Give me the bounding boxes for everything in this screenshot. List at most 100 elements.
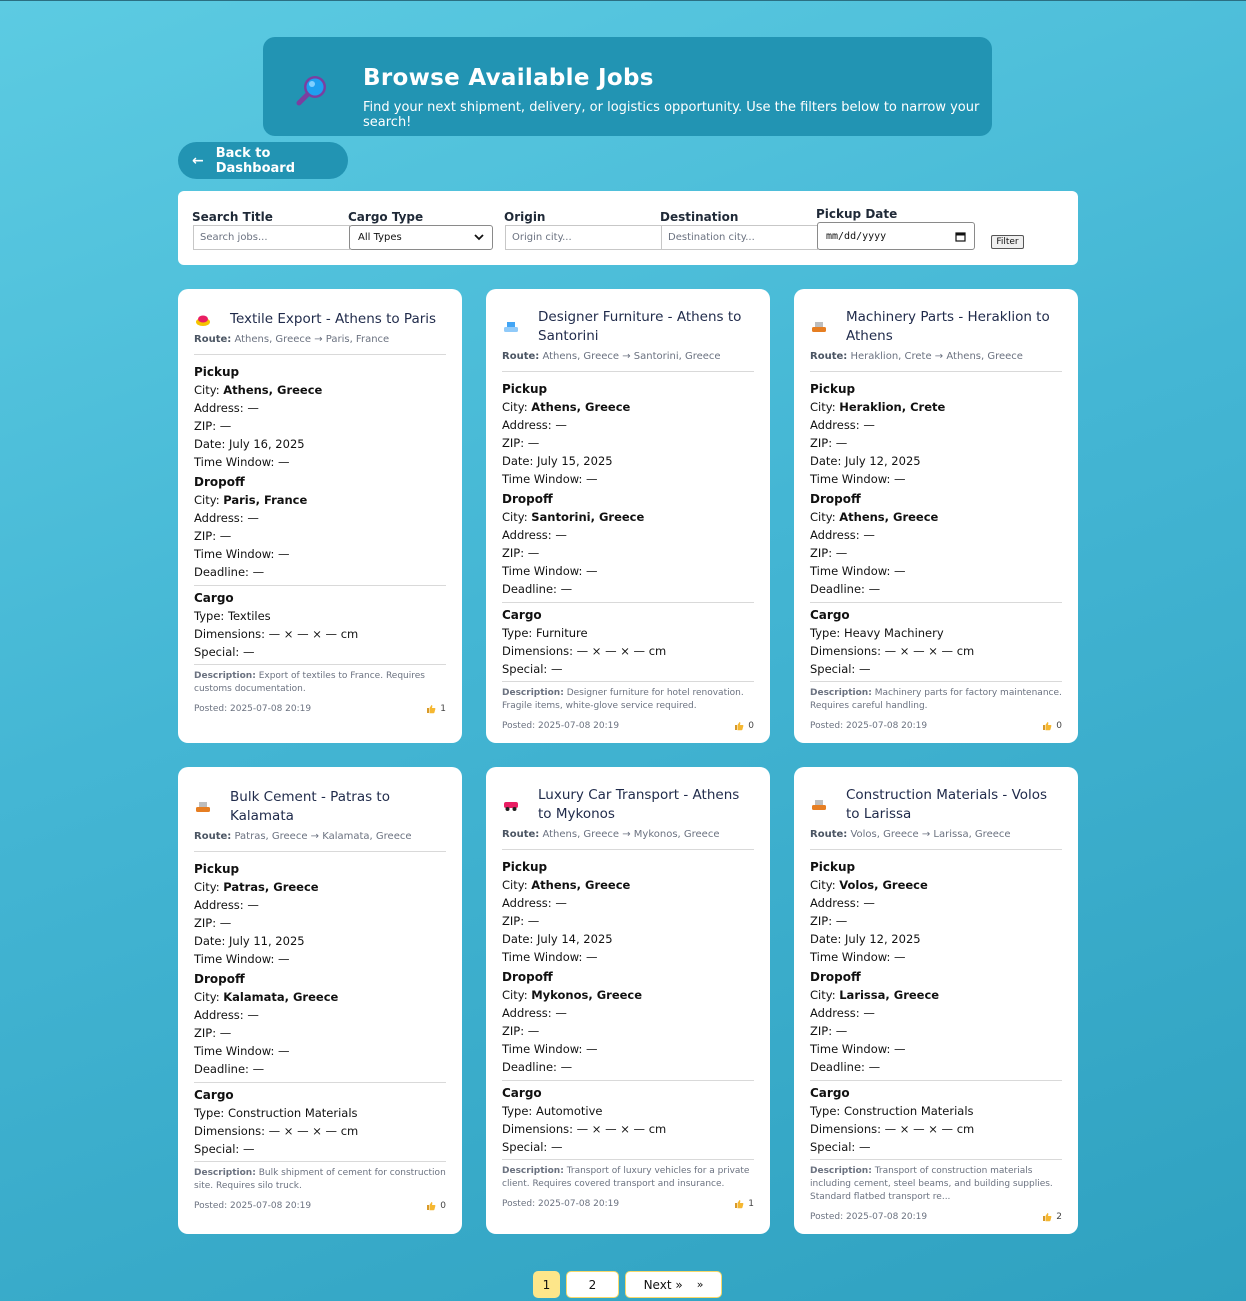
dropoff-deadline: Deadline: —	[194, 1062, 265, 1076]
like-button[interactable]: 0	[1042, 721, 1062, 731]
cargo-dimensions: Dimensions: — × — × — cm	[194, 1124, 359, 1138]
job-route: Route: Athens, Greece → Mykonos, Greece	[502, 829, 720, 840]
pickup-address: Address: —	[810, 418, 875, 432]
destination-input[interactable]: Destination city...	[661, 225, 818, 250]
search-title-input[interactable]: Search jobs...	[193, 225, 350, 250]
job-description: Description: Transport of construction m…	[810, 1166, 1053, 1202]
job-title[interactable]: Luxury Car Transport - Athens to Mykonos	[538, 786, 754, 824]
cargo-type-select[interactable]: All Types	[349, 225, 493, 250]
job-description: Description: Machinery parts for factory…	[810, 688, 1062, 711]
thumbs-up-icon	[1043, 722, 1052, 731]
thumbs-up-icon	[427, 705, 436, 714]
job-title[interactable]: Textile Export - Athens to Paris	[230, 310, 436, 329]
dropoff-address: Address: —	[502, 1006, 567, 1020]
like-button[interactable]: 1	[734, 1199, 754, 1209]
divider	[810, 849, 1062, 850]
job-card[interactable]: Designer Furniture - Athens to Santorini…	[486, 289, 770, 743]
cargo-type: Type: Automotive	[502, 1104, 603, 1118]
job-card-header: Bulk Cement - Patras to Kalamata	[194, 788, 446, 826]
job-title[interactable]: Designer Furniture - Athens to Santorini	[538, 308, 754, 346]
like-button[interactable]: 2	[1042, 1212, 1062, 1222]
job-title[interactable]: Construction Materials - Volos to Lariss…	[846, 786, 1062, 824]
dropoff-city: City: Kalamata, Greece	[194, 990, 339, 1004]
job-card[interactable]: Textile Export - Athens to Paris Route: …	[178, 289, 462, 743]
dropoff-city: City: Santorini, Greece	[502, 510, 645, 524]
job-route: Route: Patras, Greece → Kalamata, Greece	[194, 831, 412, 842]
top-border	[0, 0, 1246, 1]
pickup-time-window: Time Window: —	[194, 952, 290, 966]
pickup-zip: ZIP: —	[502, 914, 540, 928]
back-to-dashboard-button[interactable]: ← Back to Dashboard	[178, 142, 348, 179]
job-description: Description: Transport of luxury vehicle…	[502, 1166, 750, 1189]
dropoff-heading: Dropoff	[502, 970, 553, 984]
divider	[810, 1159, 1062, 1160]
job-description: Description: Designer furniture for hote…	[502, 688, 744, 711]
cargo-type-value: All Types	[358, 232, 402, 243]
pickup-date: Date: July 11, 2025	[194, 934, 305, 948]
posted-date: Posted: 2025-07-08 20:19	[502, 721, 620, 731]
job-route: Route: Heraklion, Crete → Athens, Greece	[810, 351, 1023, 362]
dropoff-heading: Dropoff	[194, 972, 245, 986]
pickup-date: Date: July 12, 2025	[810, 932, 921, 946]
divider	[194, 354, 446, 355]
dropoff-time-window: Time Window: —	[810, 1042, 906, 1056]
posted-date: Posted: 2025-07-08 20:19	[194, 704, 312, 714]
thumbs-up-icon	[427, 1202, 436, 1211]
pickup-heading: Pickup	[810, 860, 856, 874]
destination-label: Destination	[660, 210, 739, 224]
dropoff-deadline: Deadline: —	[810, 582, 881, 596]
pickup-date-input[interactable]: mm/dd/yyyy	[817, 222, 975, 250]
page-title: Browse Available Jobs	[363, 65, 654, 91]
job-card[interactable]: Luxury Car Transport - Athens to Mykonos…	[486, 767, 770, 1234]
dropoff-zip: ZIP: —	[502, 546, 540, 560]
page-header: Browse Available Jobs Find your next shi…	[263, 37, 992, 136]
like-button[interactable]: 0	[426, 1201, 446, 1211]
pickup-address: Address: —	[502, 896, 567, 910]
page-subtitle: Find your next shipment, delivery, or lo…	[363, 100, 980, 130]
job-card[interactable]: Construction Materials - Volos to Lariss…	[794, 767, 1078, 1234]
cargo-dimensions: Dimensions: — × — × — cm	[194, 627, 359, 641]
pickup-address: Address: —	[810, 896, 875, 910]
filter-button[interactable]: Filter	[991, 235, 1024, 249]
pickup-city: City: Athens, Greece	[502, 878, 631, 892]
chevron-down-icon	[474, 234, 484, 241]
divider	[194, 851, 446, 852]
posted-date: Posted: 2025-07-08 20:19	[810, 1212, 928, 1222]
cargo-heading: Cargo	[502, 608, 542, 622]
next-page-button[interactable]: Next » »	[625, 1271, 722, 1298]
dropoff-heading: Dropoff	[810, 970, 861, 984]
like-button[interactable]: 0	[734, 721, 754, 731]
posted-date: Posted: 2025-07-08 20:19	[810, 721, 928, 731]
like-button[interactable]: 1	[426, 704, 446, 714]
cargo-special: Special: —	[810, 1140, 871, 1154]
dropoff-time-window: Time Window: —	[502, 1042, 598, 1056]
like-count: 1	[748, 1199, 754, 1209]
pickup-heading: Pickup	[502, 382, 548, 396]
pickup-date-placeholder: mm/dd/yyyy	[826, 230, 887, 242]
job-footer: Posted: 2025-07-08 20:19 1	[194, 704, 446, 714]
dropoff-deadline: Deadline: —	[194, 565, 265, 579]
pickup-time-window: Time Window: —	[194, 455, 290, 469]
furniture-icon	[502, 318, 520, 336]
search-title-label: Search Title	[192, 210, 273, 224]
dropoff-time-window: Time Window: —	[502, 564, 598, 578]
page-2-button[interactable]: 2	[566, 1271, 619, 1298]
cargo-type: Type: Textiles	[194, 609, 271, 623]
origin-input[interactable]: Origin city...	[505, 225, 662, 250]
pickup-date: Date: July 14, 2025	[502, 932, 613, 946]
cargo-heading: Cargo	[502, 1086, 542, 1100]
divider	[502, 602, 754, 603]
job-card[interactable]: Machinery Parts - Heraklion to Athens Ro…	[794, 289, 1078, 743]
page-1-button[interactable]: 1	[533, 1271, 560, 1298]
pickup-city: City: Heraklion, Crete	[810, 400, 946, 414]
cargo-heading: Cargo	[194, 1088, 234, 1102]
job-card[interactable]: Bulk Cement - Patras to Kalamata Route: …	[178, 767, 462, 1234]
dropoff-address: Address: —	[194, 511, 259, 525]
cargo-type: Type: Heavy Machinery	[810, 626, 944, 640]
job-title[interactable]: Machinery Parts - Heraklion to Athens	[846, 308, 1062, 346]
next-arrow-icon: »	[696, 1278, 704, 1291]
construction-icon	[810, 796, 828, 814]
dropoff-zip: ZIP: —	[810, 546, 848, 560]
job-title[interactable]: Bulk Cement - Patras to Kalamata	[230, 788, 446, 826]
pickup-date: Date: July 16, 2025	[194, 437, 305, 451]
